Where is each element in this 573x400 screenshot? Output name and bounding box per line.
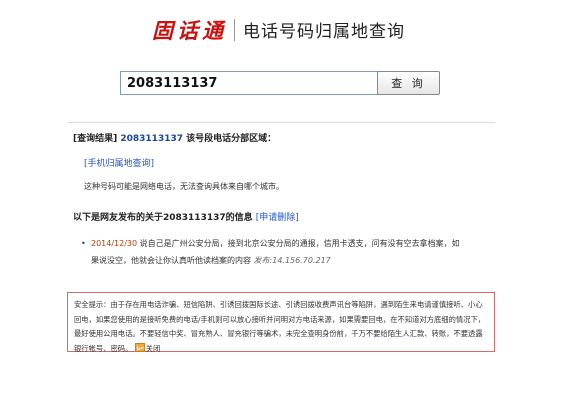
divider xyxy=(68,122,495,123)
close-icon xyxy=(134,342,145,352)
report-meta: 发布:14.156.70.217 xyxy=(253,256,331,265)
report-date: 2014/12/30 xyxy=(91,239,138,248)
mobile-lookup-link[interactable]: 手机归属地查询 xyxy=(88,159,151,169)
list-item: • 2014/12/30 说自己是广州公安分局，接到北京公安分局的通报，信用卡透… xyxy=(81,235,463,269)
search-form: 查 询 xyxy=(0,69,573,97)
search-button[interactable]: 查 询 xyxy=(377,71,440,95)
mobile-lookup-link-wrap: [手机归属地查询] xyxy=(84,156,154,169)
phone-number-input[interactable] xyxy=(120,71,380,95)
query-result: [查询结果] 2083113137 该号段电话分部区域： xyxy=(73,131,276,144)
bullet-icon: • xyxy=(81,239,86,248)
header-divider xyxy=(234,19,235,41)
result-prefix: [查询结果] xyxy=(73,134,118,144)
close-notice-button[interactable]: 关闭 xyxy=(134,342,161,357)
logo[interactable]: 固话通 xyxy=(152,15,227,45)
page-title: 电话号码归属地查询 xyxy=(243,22,405,42)
netizen-heading-text: 以下是网友发布的关于2083113137的信息 xyxy=(73,213,253,223)
header: 固话通 电话号码归属地查询 xyxy=(0,12,573,48)
bracket-close: ] xyxy=(150,159,155,169)
result-number: 2083113137 xyxy=(120,134,183,144)
netizen-info-heading: 以下是网友发布的关于2083113137的信息 [申请删除] xyxy=(73,210,299,223)
close-label: 关闭 xyxy=(145,343,161,353)
result-text: 该号段电话分部区域： xyxy=(186,134,277,144)
apply-delete-link[interactable]: [申请删除] xyxy=(256,213,299,223)
safety-notice: 安全提示：由于存在用电话诈骗、短信陷阱、引诱回拨国际长途、引诱回拨收费声讯台等陷… xyxy=(67,292,495,353)
network-note: 这种号码可能是网络电话，无法查询具体来自哪个城市。 xyxy=(84,182,284,191)
